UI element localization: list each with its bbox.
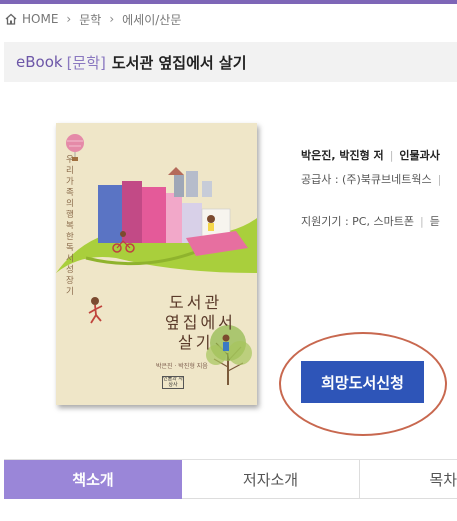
tab-book-intro[interactable]: 책소개 bbox=[4, 460, 182, 499]
tab-contents[interactable]: 목차 bbox=[360, 460, 457, 499]
book-title-bar: eBook [문학] 도서관 옆집에서 살기 bbox=[4, 42, 457, 82]
cover-title-line-3: 살기 bbox=[178, 333, 214, 352]
book-device-extra: 듣 bbox=[429, 215, 440, 228]
title-prefix: eBook bbox=[16, 53, 63, 71]
page-title: 도서관 옆집에서 살기 bbox=[111, 53, 247, 72]
book-publisher[interactable]: 인물과사 bbox=[399, 149, 439, 162]
wish-book-request-button[interactable]: 희망도서신청 bbox=[301, 361, 424, 403]
breadcrumb-home[interactable]: HOME bbox=[22, 12, 58, 26]
tab-author-intro[interactable]: 저자소개 bbox=[182, 460, 360, 499]
breadcrumb: HOME › 문학 › 에세이/산문 bbox=[4, 10, 181, 28]
info-row-author: 박은진, 박진형 저 | 인물과사 bbox=[301, 149, 440, 162]
chevron-right-icon: › bbox=[109, 12, 115, 26]
detail-tabs: 책소개 저자소개 목차 bbox=[4, 459, 457, 499]
cover-publisher-logo: 인물과 사상사 bbox=[162, 376, 184, 389]
home-icon[interactable] bbox=[4, 12, 18, 26]
title-category: [문학] bbox=[66, 53, 106, 72]
book-devices: 지원기기 : PC, 스마트폰 bbox=[301, 215, 414, 228]
book-info: 박은진, 박진형 저 | 인물과사 공급사 : (주)북큐브네트웍스 | 지원기기 :… bbox=[301, 144, 457, 234]
top-accent-strip bbox=[0, 0, 457, 4]
cover-authors: 박은진 · 박진형 지음 bbox=[156, 363, 208, 370]
breadcrumb-subcategory[interactable]: 에세이/산문 bbox=[122, 11, 181, 28]
book-supplier: 공급사 : (주)북큐브네트웍스 bbox=[301, 173, 432, 186]
info-row-supplier: 공급사 : (주)북큐브네트웍스 | bbox=[301, 173, 442, 186]
book-cover[interactable]: 우리 가족의 행복한 독서 성장기 도서관 옆집에서 살기 박은진 · 박진형 … bbox=[56, 123, 257, 405]
chevron-right-icon: › bbox=[66, 12, 72, 26]
cover-subtitle: 우리 가족의 행복한 독서 성장기 bbox=[66, 155, 74, 297]
breadcrumb-category[interactable]: 문학 bbox=[79, 11, 101, 28]
info-row-device: 지원기기 : PC, 스마트폰 | 듣 bbox=[301, 215, 440, 228]
book-authors[interactable]: 박은진, 박진형 저 bbox=[301, 149, 384, 162]
